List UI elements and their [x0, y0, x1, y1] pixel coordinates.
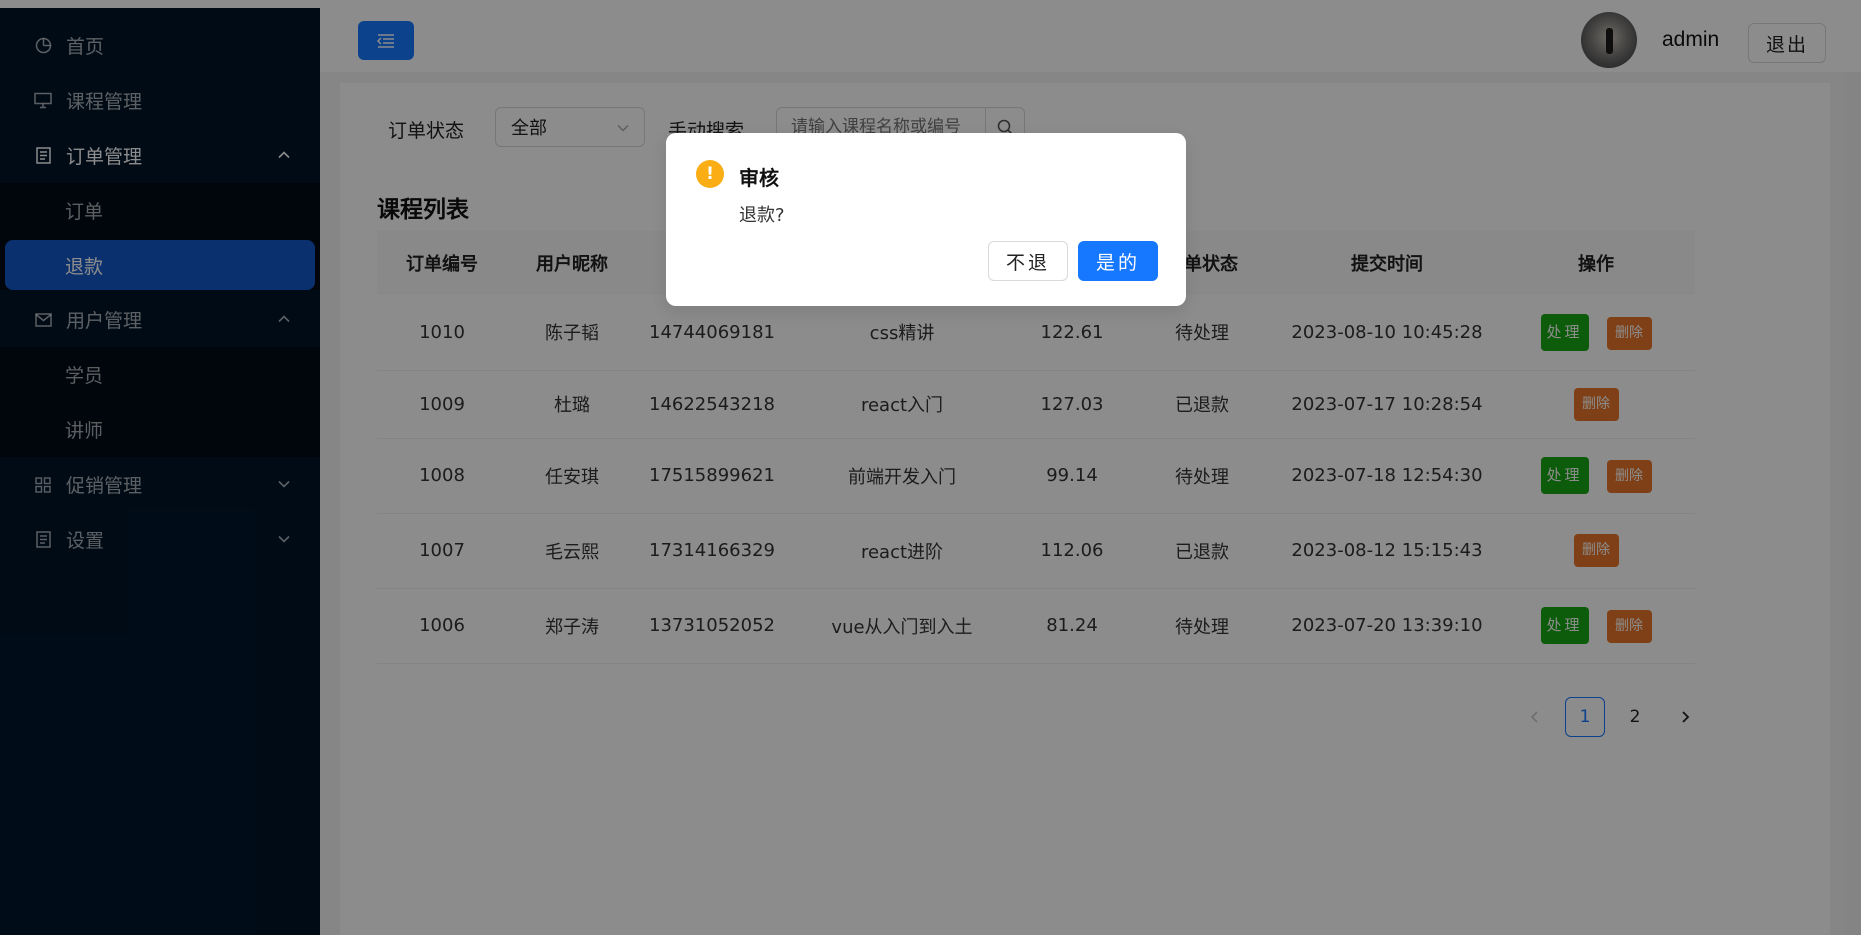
confirm-dialog: ! 审核 退款? 不退 是的: [666, 133, 1186, 306]
exclamation-circle-icon: !: [696, 160, 724, 188]
cancel-button[interactable]: 不退: [988, 241, 1068, 281]
confirm-button[interactable]: 是的: [1078, 241, 1158, 281]
dialog-message: 退款?: [739, 205, 785, 226]
dialog-title: 审核: [739, 166, 779, 190]
